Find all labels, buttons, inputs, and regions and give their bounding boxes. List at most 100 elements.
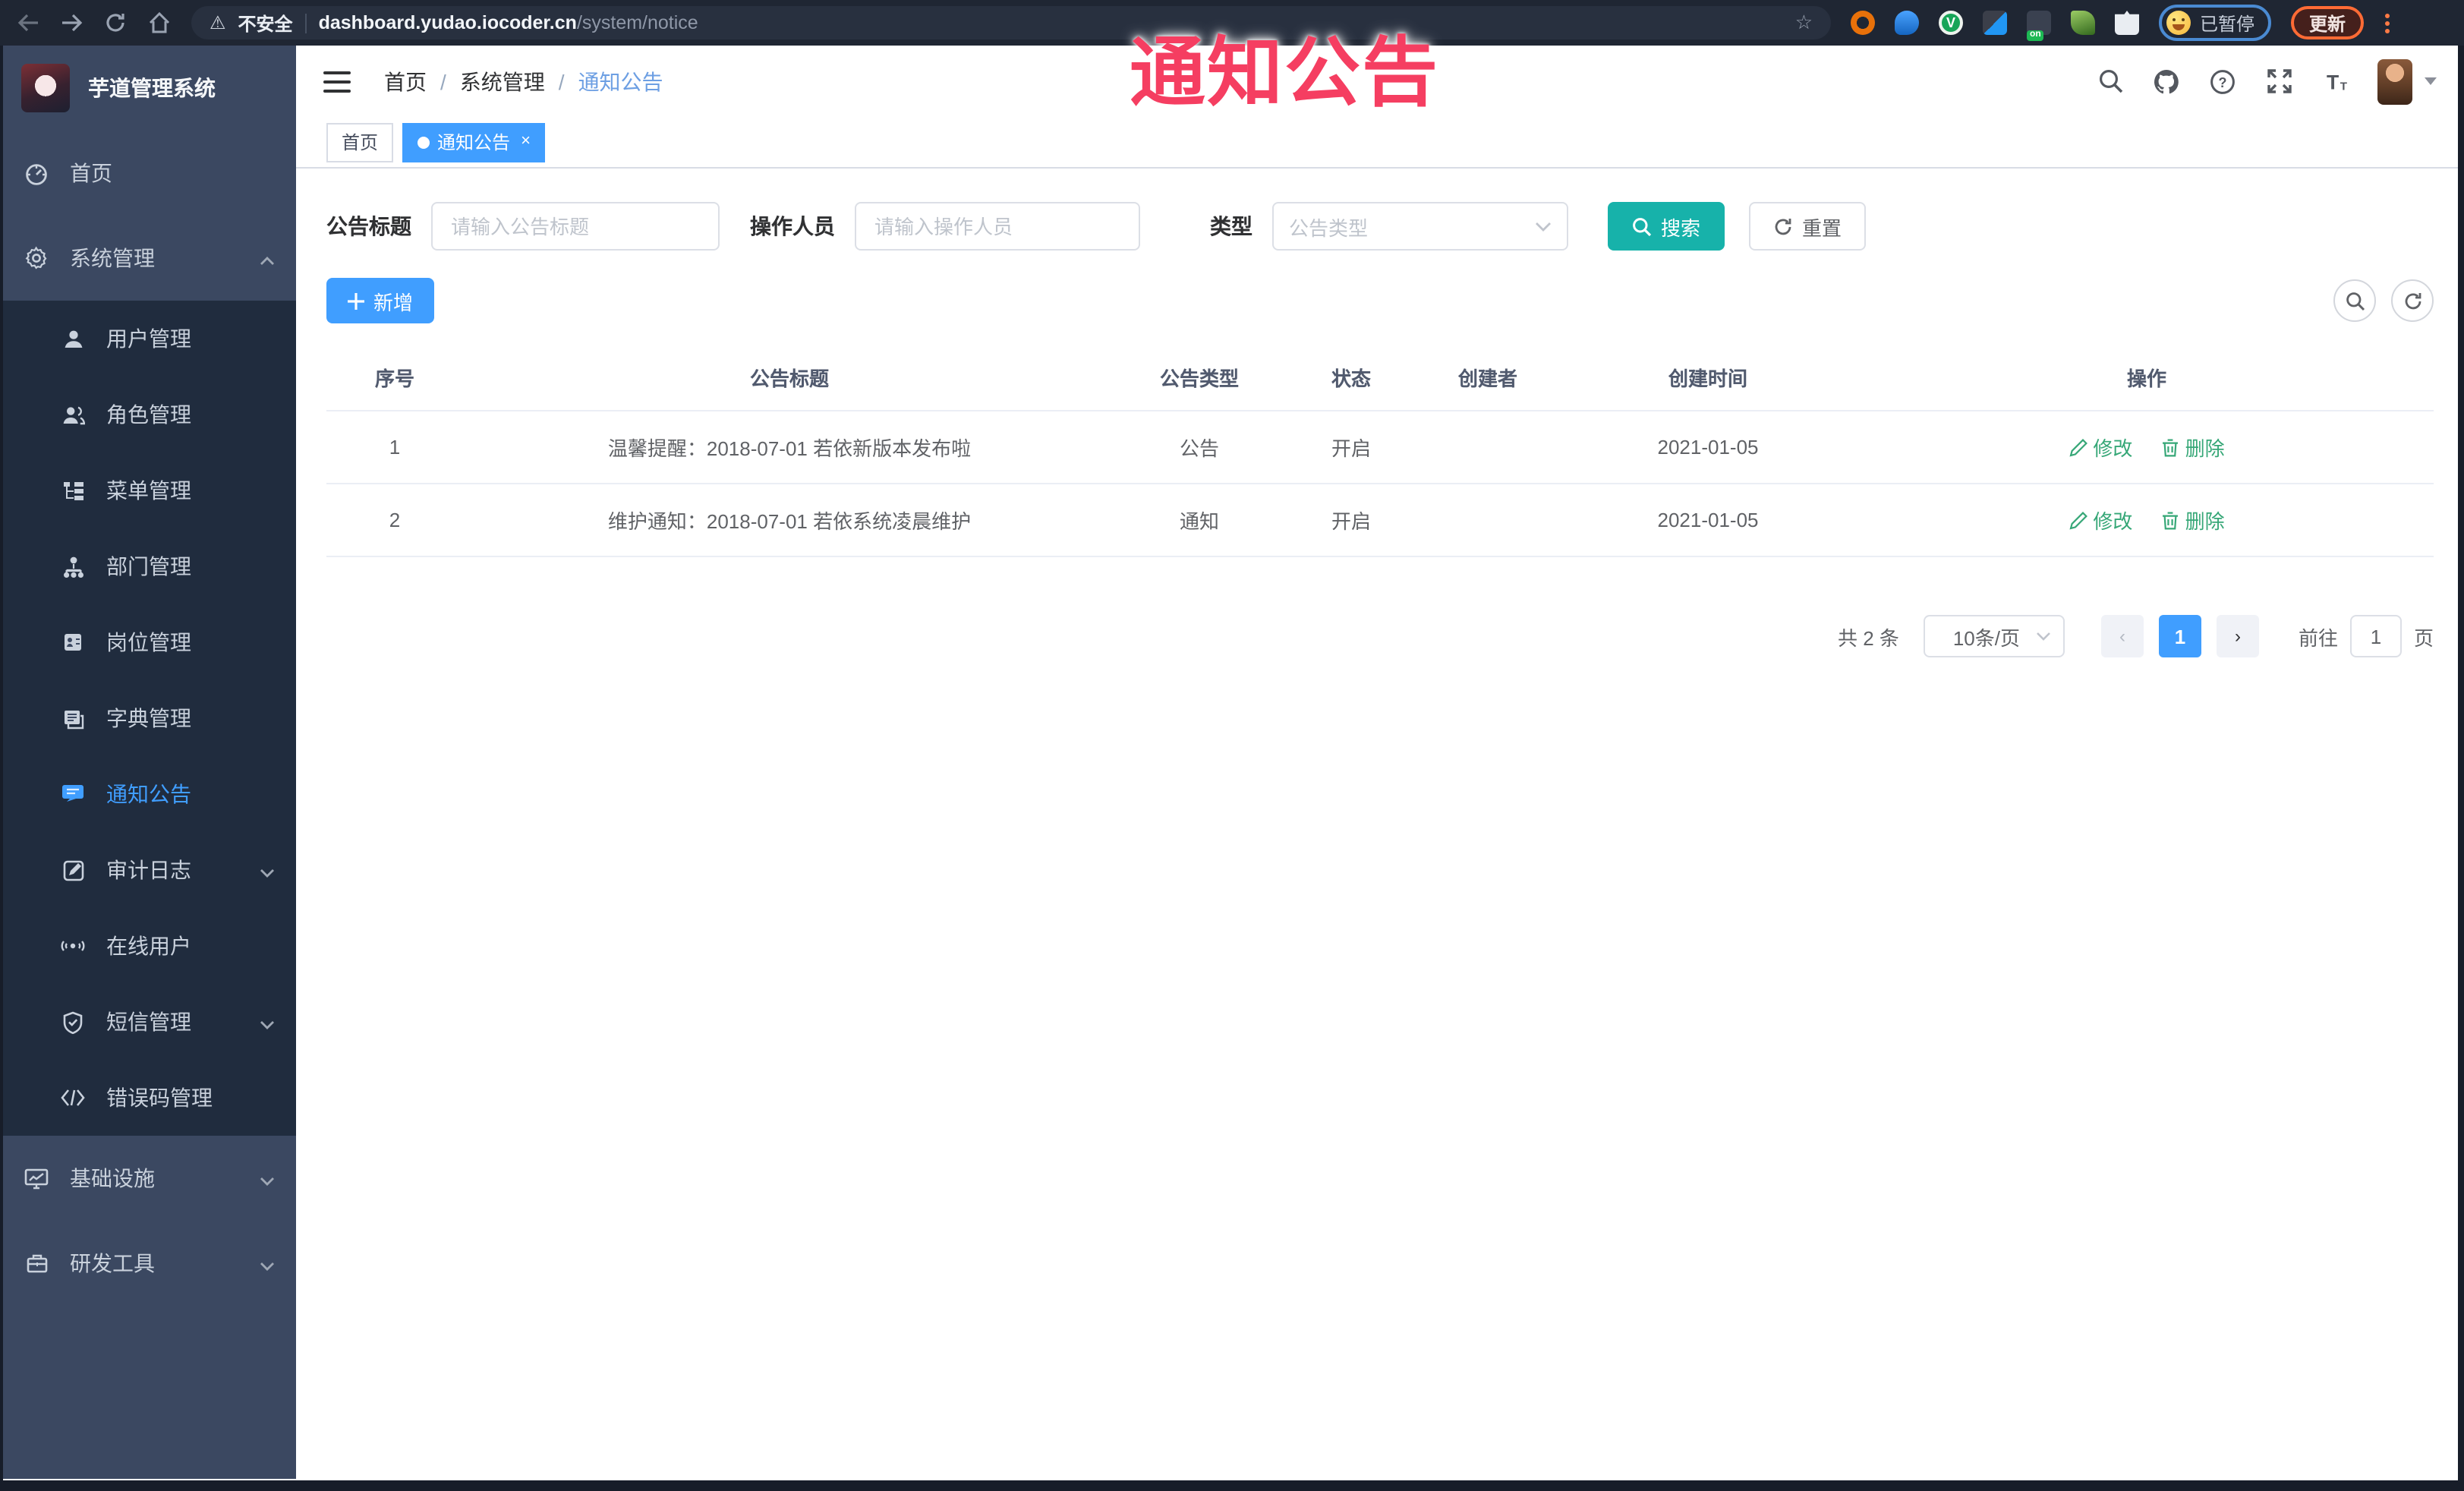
collapse-menu-icon[interactable] (323, 71, 351, 92)
extensions-puzzle-icon[interactable] (2115, 11, 2139, 35)
code-icon (61, 1086, 85, 1110)
sidebar-item-error-codes[interactable]: 错误码管理 (0, 1060, 296, 1136)
home-icon[interactable] (147, 11, 172, 35)
col-creator: 创建者 (1457, 367, 1517, 390)
extension-leaf-icon[interactable] (2071, 11, 2095, 35)
close-icon[interactable]: × (521, 133, 531, 150)
window-edge-left (0, 46, 3, 1491)
operator-input[interactable] (855, 202, 1140, 251)
red-annotation-text: 通知公告 (1130, 30, 1439, 115)
sidebar-item-label: 系统管理 (70, 246, 155, 270)
cell-actions: 修改 删除 (1860, 410, 2434, 484)
tab-home[interactable]: 首页 (326, 122, 394, 162)
sidebar-item-label: 基础设施 (70, 1166, 155, 1190)
url-text[interactable]: dashboard.yudao.iocoder.cn/system/notice (319, 12, 698, 33)
sidebar-item-online-users[interactable]: 在线用户 (0, 908, 296, 984)
reset-button[interactable]: 重置 (1749, 202, 1867, 251)
cell-created: 2021-01-05 (1556, 483, 1860, 557)
current-page-button[interactable]: 1 (2158, 615, 2201, 657)
fullscreen-icon[interactable] (2265, 68, 2292, 95)
update-label: 更新 (2309, 13, 2346, 34)
extension-blue-drop-icon[interactable] (1895, 11, 1919, 35)
reload-icon[interactable] (103, 11, 128, 35)
sidebar-item-notice[interactable]: 通知公告 (0, 756, 296, 832)
breadcrumb-home[interactable]: 首页 (384, 66, 427, 96)
sidebar-item-menus[interactable]: 菜单管理 (0, 452, 296, 528)
delete-link[interactable]: 删除 (2163, 506, 2225, 534)
sidebar-item-system[interactable]: 系统管理 (0, 216, 296, 301)
app-logo (21, 64, 70, 112)
sidebar-item-dev-tools[interactable]: 研发工具 (0, 1221, 296, 1306)
chevron-down-icon (260, 1166, 275, 1190)
cell-index: 2 (326, 483, 463, 557)
operator-label: 操作人员 (750, 214, 835, 238)
notice-table: 序号 公告标题 公告类型 状态 创建者 创建时间 操作 1 温馨提醒：2018- (326, 348, 2434, 557)
sidebar-item-label: 审计日志 (106, 858, 191, 882)
edit-link[interactable]: 修改 (2069, 433, 2132, 462)
cell-title: 维护通知：2018-07-01 若依系统凌晨维护 (463, 483, 1116, 557)
add-button[interactable]: 新增 (326, 278, 435, 323)
sidebar-item-audit-log[interactable]: 审计日志 (0, 832, 296, 908)
sidebar-item-departments[interactable]: 部门管理 (0, 528, 296, 604)
extension-switch-icon[interactable]: on (2027, 11, 2051, 41)
page-size-select[interactable]: 10条/页 (1923, 615, 2065, 657)
cell-type: 公告 (1116, 410, 1283, 484)
sidebar-item-sms[interactable]: 短信管理 (0, 984, 296, 1060)
search-button[interactable]: 搜索 (1608, 202, 1725, 251)
org-tree-icon (61, 554, 85, 578)
prev-page-button[interactable]: ‹ (2100, 615, 2144, 657)
notice-title-input[interactable] (431, 202, 720, 251)
chevron-down-icon (260, 1010, 275, 1034)
help-icon[interactable]: ? (2209, 68, 2236, 95)
user-avatar-menu[interactable] (2377, 58, 2437, 104)
sidebar-item-label: 菜单管理 (106, 478, 191, 503)
address-bar[interactable]: ⚠ 不安全 dashboard.yudao.iocoder.cn/system/… (191, 6, 1831, 39)
goto-page-input[interactable] (2349, 615, 2402, 657)
browser-menu-icon[interactable] (2384, 13, 2390, 33)
font-size-icon[interactable]: TT (2321, 68, 2349, 95)
forward-icon[interactable] (59, 11, 83, 35)
delete-link[interactable]: 删除 (2163, 433, 2225, 462)
sidebar-item-dictionary[interactable]: 字典管理 (0, 680, 296, 756)
next-page-button[interactable]: › (2216, 615, 2259, 657)
edit-link[interactable]: 修改 (2069, 506, 2132, 534)
chevron-up-icon (260, 246, 275, 270)
sidebar-item-users[interactable]: 用户管理 (0, 301, 296, 377)
browser-update-button[interactable]: 更新 (2291, 6, 2365, 39)
monitor-chart-icon (24, 1166, 49, 1190)
tab-notice[interactable]: 通知公告 × (402, 122, 546, 162)
chevron-down-icon (1536, 222, 1551, 231)
extension-green-v-icon[interactable]: V (1939, 11, 1963, 35)
app-logo-row[interactable]: 芋道管理系统 (0, 46, 296, 131)
sidebar-item-infrastructure[interactable]: 基础设施 (0, 1136, 296, 1221)
extension-diamond-icon[interactable] (1983, 11, 2007, 35)
security-label[interactable]: 不安全 (238, 10, 293, 36)
table-header-row: 序号 公告标题 公告类型 状态 创建者 创建时间 操作 (326, 348, 2434, 411)
refresh-table-button[interactable] (2391, 279, 2434, 322)
browser-profile-button[interactable]: 已暂停 (2159, 5, 2272, 41)
search-icon[interactable] (2097, 68, 2124, 95)
bookmark-star-icon[interactable]: ☆ (1795, 11, 1813, 35)
cell-type: 通知 (1116, 483, 1283, 557)
back-icon[interactable] (15, 11, 39, 35)
sidebar-item-posts[interactable]: 岗位管理 (0, 604, 296, 680)
screen: ⚠ 不安全 dashboard.yudao.iocoder.cn/system/… (0, 0, 2464, 1491)
breadcrumb-system[interactable]: 系统管理 (460, 66, 545, 96)
sidebar: 芋道管理系统 首页 系统管理 用户管理 角色管理 菜单管理 部门管理 岗位管理 … (0, 46, 296, 1479)
sidebar-item-home[interactable]: 首页 (0, 131, 296, 216)
cell-status: 开启 (1283, 483, 1419, 557)
not-secure-warning-icon: ⚠ (210, 12, 226, 33)
sidebar-item-label: 首页 (70, 161, 112, 185)
sidebar-item-roles[interactable]: 角色管理 (0, 377, 296, 452)
extension-orange-icon[interactable] (1851, 11, 1875, 35)
reset-button-label: 重置 (1802, 216, 1842, 239)
sidebar-item-label: 部门管理 (106, 554, 191, 578)
github-icon[interactable] (2153, 68, 2180, 95)
sidebar-item-label: 用户管理 (106, 326, 191, 351)
toggle-search-button[interactable] (2333, 279, 2376, 322)
notice-type-select[interactable]: 公告类型 (1272, 202, 1568, 251)
active-tab-dot (417, 136, 430, 148)
breadcrumb: 首页 / 系统管理 / 通知公告 (384, 66, 663, 96)
system-submenu: 用户管理 角色管理 菜单管理 部门管理 岗位管理 字典管理 通知公告 审计日志 … (0, 301, 296, 1136)
plus-icon (348, 292, 364, 309)
